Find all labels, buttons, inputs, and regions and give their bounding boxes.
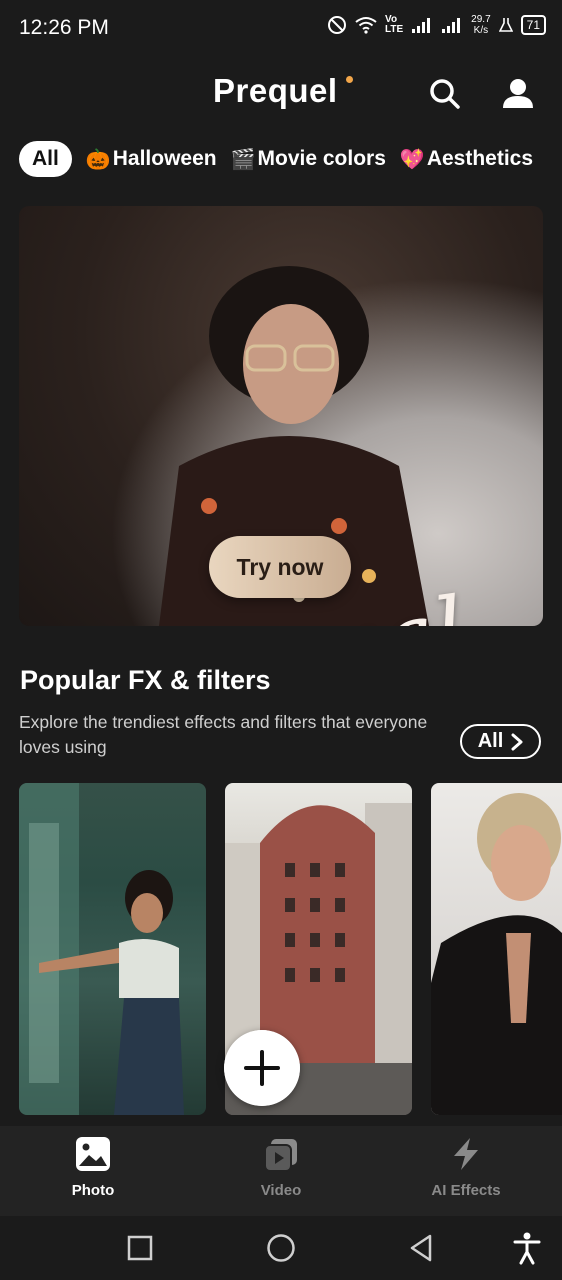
chip-label: Aesthetics: [426, 147, 534, 170]
effect-preview-image: [431, 793, 562, 1115]
back-icon[interactable]: [400, 1226, 444, 1270]
lightning-icon: [454, 1138, 478, 1170]
chip-halloween[interactable]: 🎃 Halloween: [86, 147, 217, 172]
nav-label: AI Effects: [431, 1182, 501, 1199]
chip-label: All: [32, 147, 59, 170]
chip-label: Halloween: [112, 147, 217, 170]
accessibility-icon[interactable]: [505, 1226, 549, 1270]
search-icon[interactable]: [427, 76, 463, 112]
chip-aesthetics[interactable]: 💖 Aesthetics: [400, 147, 533, 172]
profile-icon[interactable]: [498, 74, 538, 114]
video-icon: [264, 1139, 297, 1172]
add-button[interactable]: [224, 1030, 300, 1106]
clapperboard-icon: 🎬: [230, 148, 256, 171]
speed-unit: K/s: [473, 25, 489, 36]
logo-dot: [346, 76, 353, 83]
section-subtitle: Explore the trendiest effects and filter…: [19, 712, 428, 757]
chevron-right-icon: [511, 733, 523, 750]
nav-label: Photo: [71, 1182, 115, 1199]
signal-icon-2: [442, 18, 461, 33]
status-bar: 12:26 PM Vo LTE 29.7 K/s 71: [0, 0, 562, 58]
chip-movie-colors[interactable]: 🎬 Movie colors: [231, 147, 386, 172]
wifi-icon: [355, 17, 377, 34]
nav-photo[interactable]: Photo: [23, 1126, 163, 1216]
nav-label: Video: [260, 1182, 302, 1199]
nav-video[interactable]: Video: [211, 1126, 351, 1216]
status-icons: Vo LTE 29.7 K/s 71: [327, 14, 546, 36]
battery-indicator: 71: [520, 15, 546, 35]
flask-icon: [498, 18, 513, 32]
photo-icon: [76, 1137, 110, 1171]
category-chips: All 🎃 Halloween 🎬 Movie colors 💖 Aesthetics: [19, 140, 562, 178]
try-now-button[interactable]: Try now: [209, 536, 351, 598]
effect-card[interactable]: [431, 783, 562, 1115]
signal-icon: [412, 18, 431, 33]
chip-all[interactable]: All: [19, 141, 72, 177]
bottom-nav: Photo Video AI Effects: [0, 1126, 562, 1216]
sparkling-heart-icon: 💖: [399, 148, 425, 171]
pumpkin-icon: 🎃: [85, 148, 111, 171]
app-logo: Prequel: [213, 72, 338, 109]
network-label: Vo LTE: [385, 14, 404, 35]
hero-banner[interactable]: sensual Try now: [19, 206, 543, 626]
section-title: Popular FX & filters: [20, 665, 271, 695]
status-time: 12:26 PM: [19, 16, 109, 39]
effect-preview-image: [19, 783, 184, 1115]
effect-card[interactable]: [19, 783, 206, 1115]
chip-label: Movie colors: [257, 147, 386, 170]
speed-value: 29.7: [471, 14, 491, 25]
top-bar: Prequel: [0, 62, 562, 122]
system-nav-bar: [0, 1216, 562, 1280]
network-speed: 29.7 K/s: [471, 14, 490, 36]
home-icon[interactable]: [259, 1226, 303, 1270]
see-all-label: All: [477, 730, 504, 752]
recent-apps-icon[interactable]: [118, 1226, 162, 1270]
do-not-disturb-icon: [328, 16, 347, 34]
see-all-button[interactable]: All: [460, 724, 541, 759]
nav-ai-effects[interactable]: AI Effects: [396, 1126, 536, 1216]
